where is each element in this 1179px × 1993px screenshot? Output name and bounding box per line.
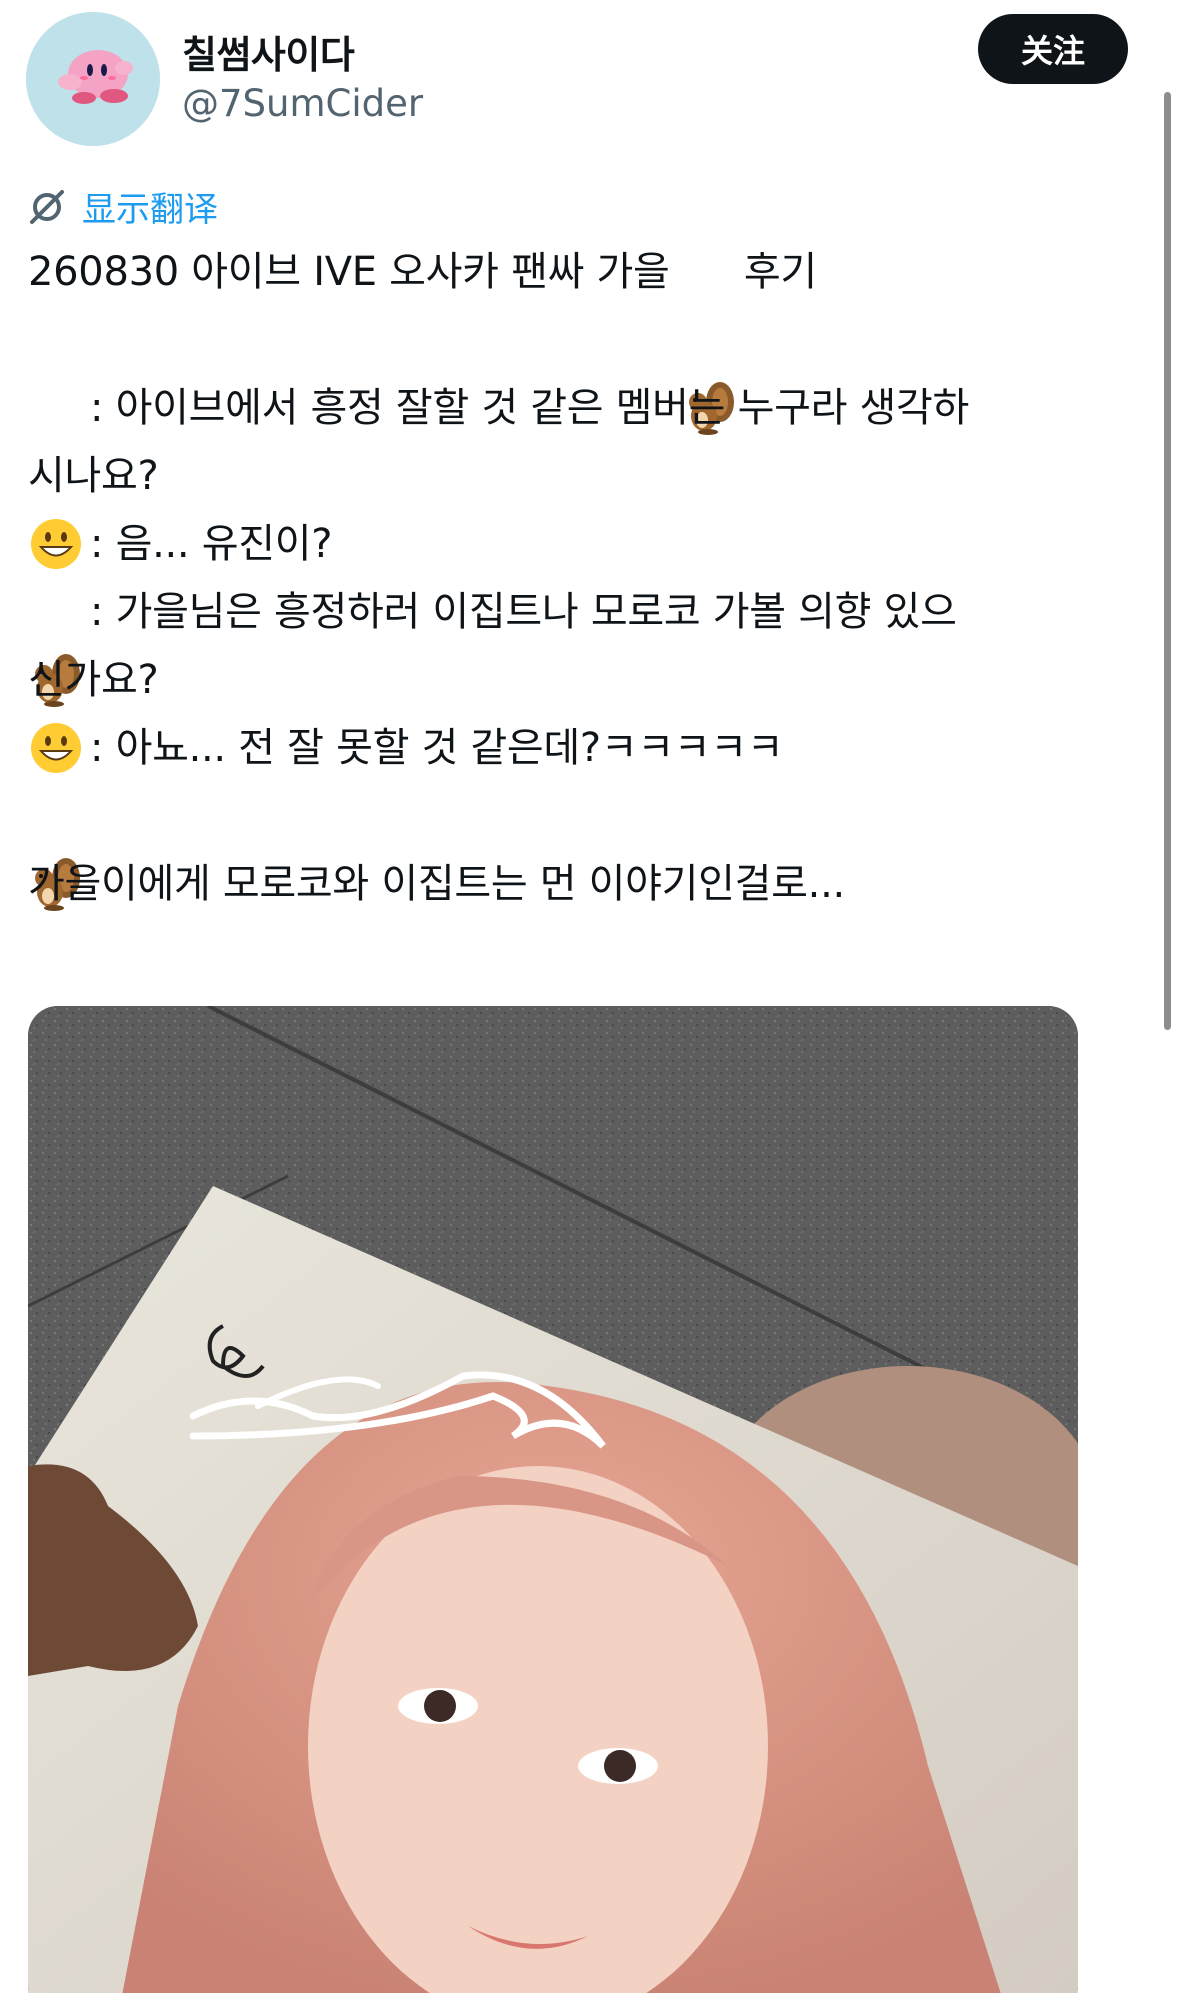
- tweet-text: 260830 아이브 IVE 오사카 팬싸 가을 후기: 아이브에서 흥정 잘…: [28, 238, 1138, 918]
- follow-button[interactable]: 关注: [978, 14, 1128, 84]
- question-1-line-1: : 아이브에서 흥정 잘할 것 같은 멤버는 누구라 생각하: [90, 385, 969, 431]
- closing-text: 가을이에게 모로코와 이집트는 먼 이야기인걸로...: [28, 861, 845, 907]
- user-handle[interactable]: @7SumCider: [182, 82, 423, 125]
- question-2-line-2: 신가요?: [28, 657, 159, 703]
- tweet-line-a1: : 음... 유진이?: [28, 510, 1138, 707]
- chipmunk-icon: [28, 516, 90, 707]
- tweet-line-title: 260830 아이브 IVE 오사카 팬싸 가을 후기: [28, 238, 1138, 435]
- chipmunk-icon: [682, 244, 744, 435]
- question-1-line-2: 시나요?: [28, 453, 159, 499]
- show-translation-label: 显示翻译: [82, 190, 218, 230]
- translate-icon: [30, 189, 64, 224]
- answer-2: : 아뇨... 전 잘 못할 것 같은데?ㅋㅋㅋㅋㅋ: [90, 725, 784, 771]
- tweet-title-text: 260830 아이브 IVE 오사카 팬싸 가을: [28, 249, 682, 295]
- avatar[interactable]: [26, 12, 160, 146]
- tweet-line-q2b: 신가요?: [28, 646, 1138, 714]
- signed-photocard-image: [28, 1006, 1078, 1993]
- tweet-photo[interactable]: [28, 1006, 1078, 1993]
- scrollbar[interactable]: [1164, 92, 1171, 1030]
- kirby-avatar-icon: [26, 12, 160, 146]
- answer-1: : 음... 유진이?: [90, 521, 333, 567]
- question-2-line-1: : 가을님은 흥정하러 이집트나 모로코 가볼 의향 있으: [90, 589, 957, 635]
- tweet-line-q2: : 가을님은 흥정하러 이집트나 모로코 가볼 의향 있으: [28, 578, 1138, 773]
- chipmunk-icon: [28, 720, 90, 911]
- tweet-line-q1b: 시나요?: [28, 442, 1138, 510]
- tweet-title-suffix: 후기: [743, 249, 817, 295]
- tweet-line-q1: : 아이브에서 흥정 잘할 것 같은 멤버는 누구라 생각하: [28, 374, 1138, 569]
- tweet-page: 칠썸사이다 @7SumCider 关注 显示翻译 260830 아이브 IVE …: [0, 0, 1179, 1993]
- show-translation-link[interactable]: 显示翻译: [26, 182, 218, 231]
- grinning-face-icon: [28, 380, 90, 569]
- tweet-line-a2: : 아뇨... 전 잘 못할 것 같은데?ㅋㅋㅋㅋㅋ: [28, 714, 1138, 911]
- tweet-line-closing: 가을이에게 모로코와 이집트는 먼 이야기인걸로...: [28, 850, 1138, 918]
- display-name[interactable]: 칠썸사이다: [182, 24, 355, 79]
- grinning-face-icon: [28, 584, 90, 773]
